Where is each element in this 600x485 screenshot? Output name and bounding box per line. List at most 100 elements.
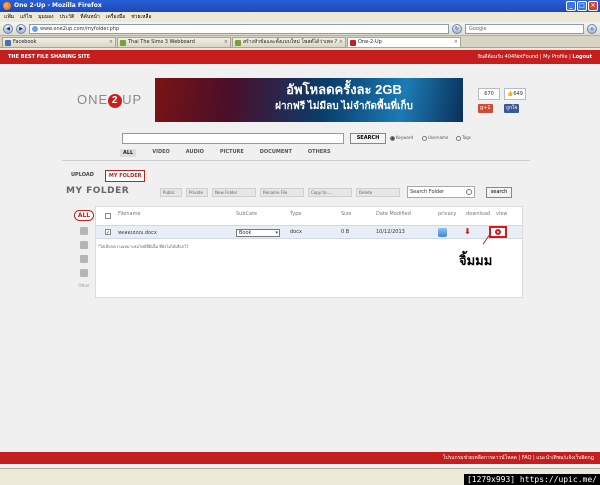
select-all-checkbox[interactable] (105, 213, 111, 219)
site-identity-icon[interactable] (32, 25, 38, 32)
one2up-logo[interactable]: ONE 2 UP (77, 92, 142, 108)
menu-help[interactable]: ช่วยเหลือ (131, 12, 151, 22)
folder-search-button[interactable]: search (486, 187, 512, 198)
close-button[interactable]: × (588, 1, 598, 11)
delete-button[interactable]: Delete (356, 188, 400, 197)
page-icon (235, 40, 241, 46)
radio-label: Username (428, 135, 449, 140)
facebook-like-button[interactable]: ถูกใจ (504, 104, 520, 113)
subcate-select[interactable]: Book (236, 229, 280, 237)
table-row[interactable]: ✓ ทดสอบบบบ.docx Book docx 0 B 10/12/2013… (96, 225, 522, 239)
forward-button[interactable]: ▶ (16, 23, 26, 34)
tab-strip: Facebook × Thai The Sims 3 Webboard × สร… (0, 36, 600, 48)
firefox-icon (3, 2, 11, 10)
folder-note: *ใส่เลือกความเหมาะสมไฟล์ที่มีเนื้อ ที่ยั… (98, 244, 189, 249)
col-subcate[interactable]: SubCate (236, 211, 257, 217)
file-name[interactable]: ทดสอบบบบ.docx (118, 229, 157, 237)
site-search-input[interactable] (122, 133, 344, 144)
radio-keyword[interactable]: Keyword (390, 135, 413, 141)
site-footer[interactable]: โปรแกรมช่วยเหลือการดาวน์โหลด | FAQ | แนะ… (0, 452, 600, 464)
tab-new-topic[interactable]: สร้างหัวข้อและตั้งแบบใหม่ โพสต์ได้ว่าเพจ… (232, 37, 346, 47)
menu-bar: แฟ้ม แก้ไข มุมมอง ประวัติ ที่คั่นหน้า เค… (0, 12, 600, 22)
tab-sims-webboard[interactable]: Thai The Sims 3 Webboard × (117, 37, 231, 47)
tab-one2up[interactable]: One-2-Up × (347, 37, 461, 47)
menu-file[interactable]: แฟ้ม (4, 12, 14, 22)
col-size[interactable]: Size (341, 211, 351, 217)
view-button[interactable] (489, 226, 507, 238)
tab-facebook[interactable]: Facebook × (2, 37, 116, 47)
category-all[interactable]: ALL (120, 149, 137, 157)
radio-username[interactable]: Username (422, 135, 448, 141)
document-icon[interactable] (80, 269, 88, 277)
col-privacy: privacy (438, 211, 457, 217)
search-bar[interactable]: Google (465, 23, 584, 34)
col-date-modified[interactable]: Date Modified (376, 211, 411, 217)
radio-tags[interactable]: Tags (456, 135, 471, 141)
folder-tabs: UPLOAD MY FOLDER (68, 170, 146, 182)
tab-close-icon[interactable]: × (339, 38, 343, 47)
privacy-icon[interactable] (438, 228, 447, 237)
filter-all[interactable]: ALL (74, 210, 94, 221)
promo-banner[interactable]: อัพโหลดครั้งละ 2GB ฝากฟรี ไม่มีลบ ไม่จำก… (155, 78, 463, 122)
logo-circle: 2 (108, 93, 123, 108)
filter-other[interactable]: Other (74, 283, 94, 288)
menu-history[interactable]: ประวัติ (60, 12, 75, 22)
reload-button[interactable]: ↻ (452, 23, 462, 34)
audio-icon[interactable] (80, 241, 88, 249)
maximize-button[interactable]: □ (577, 1, 587, 11)
public-button[interactable]: Public (160, 188, 182, 197)
page-icon (120, 40, 126, 46)
radio-label: Tags (462, 135, 471, 140)
rename-file-button[interactable]: Rename File (260, 188, 304, 197)
video-icon[interactable] (80, 227, 88, 235)
picture-icon[interactable] (80, 255, 88, 263)
folder-header: MY FOLDER Public Private New Folder Rena… (62, 183, 530, 201)
private-button[interactable]: Private (186, 188, 208, 197)
google-plus-button[interactable]: g+1 (478, 104, 493, 113)
page-viewport: THE BEST FILE SHARING SITE ยินดีต้อนรับ … (0, 50, 600, 468)
menu-edit[interactable]: แก้ไข (20, 12, 32, 22)
banner-headline: อัพโหลดครั้งละ 2GB (286, 82, 402, 97)
category-filter: ALL VIDEO AUDIO PICTURE DOCUMENT OTHERS (120, 149, 331, 157)
handwritten-annotation: จิ้มมม (459, 254, 493, 269)
file-date: 10/12/2013 (376, 229, 405, 235)
logout-link[interactable]: Logout (572, 54, 592, 60)
minimize-button[interactable]: _ (566, 1, 576, 11)
category-others[interactable]: OTHERS (308, 149, 331, 157)
folder-search-input[interactable]: Search Folder (407, 186, 475, 198)
tab-close-icon[interactable]: × (224, 38, 228, 47)
menu-bookmarks[interactable]: ที่คั่นหน้า (80, 12, 100, 22)
copy-to-button[interactable]: Copy to..... (308, 188, 352, 197)
category-video[interactable]: VIDEO (152, 149, 170, 157)
logo-text-left: ONE (77, 92, 109, 107)
category-document[interactable]: DOCUMENT (260, 149, 292, 157)
tab-close-icon[interactable]: × (454, 38, 458, 47)
download-icon[interactable]: ⬇ (464, 227, 471, 237)
one2up-favicon (350, 40, 356, 46)
site-tagline: THE BEST FILE SHARING SITE (8, 54, 91, 60)
address-bar[interactable]: www.one2up.com/myfolder.php (29, 23, 449, 34)
menu-view[interactable]: มุมมอง (38, 12, 53, 22)
search-button[interactable]: SEARCH (350, 133, 386, 144)
category-audio[interactable]: AUDIO (186, 149, 204, 157)
new-folder-button[interactable]: New Folder (212, 188, 256, 197)
col-type[interactable]: Type (290, 211, 301, 217)
window-controls: _ □ × (566, 1, 598, 11)
home-button[interactable]: ⌂ (587, 23, 597, 34)
back-button[interactable]: ◀ (3, 23, 13, 34)
col-filename[interactable]: Filename (118, 211, 141, 217)
menu-tools[interactable]: เครื่องมือ (106, 12, 125, 22)
tab-label: Facebook (13, 39, 37, 45)
row-checkbox[interactable]: ✓ (105, 229, 111, 236)
folder-title: MY FOLDER (66, 186, 130, 196)
tab-close-icon[interactable]: × (109, 38, 113, 47)
like-counter: 👍649 (504, 88, 526, 100)
user-links: ยินดีต้อนรับ 404NotFound | My Profile | … (477, 54, 592, 60)
tab-label: สร้างหัวข้อและตั้งแบบใหม่ โพสต์ได้ว่าเพจ… (243, 39, 338, 45)
search-icon (466, 189, 472, 195)
divider (62, 160, 530, 161)
tab-my-folder[interactable]: MY FOLDER (104, 170, 146, 182)
my-profile-link[interactable]: My Profile (543, 54, 567, 60)
category-picture[interactable]: PICTURE (220, 149, 244, 157)
tab-upload[interactable]: UPLOAD (68, 170, 97, 182)
